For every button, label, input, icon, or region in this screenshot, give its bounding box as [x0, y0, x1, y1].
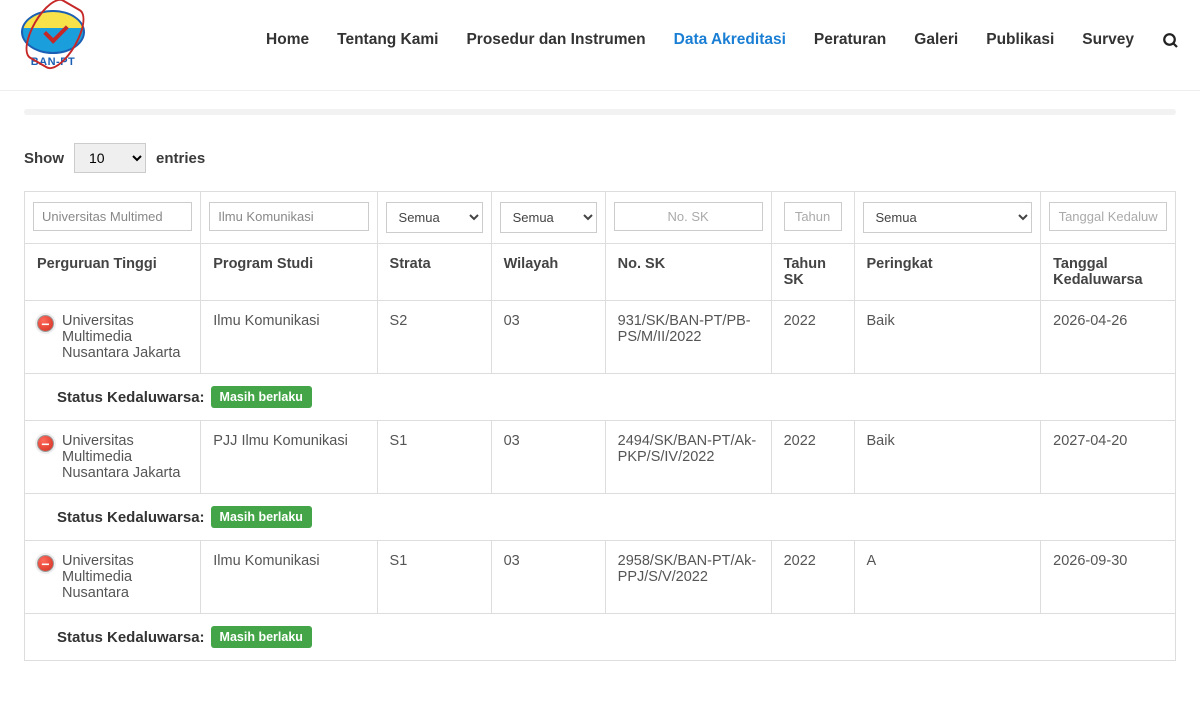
status-badge: Masih berlaku — [211, 506, 312, 528]
cell-peringkat: A — [854, 541, 1041, 614]
entries-select[interactable]: 10 — [74, 143, 146, 173]
cell-tahun-sk: 2022 — [771, 541, 854, 614]
entries-control: Show 10 entries — [24, 143, 1176, 173]
cell-peringkat: Baik — [854, 301, 1041, 374]
col-perguruan-tinggi[interactable]: Perguruan Tinggi — [25, 244, 201, 301]
col-strata[interactable]: Strata — [377, 244, 491, 301]
logo-icon — [21, 10, 85, 54]
status-label: Status Kedaluwarsa: — [57, 389, 205, 406]
table-row: −Universitas Multimedia Nusantara Ilmu Ko… — [25, 541, 1176, 614]
filter-tahun[interactable] — [784, 202, 842, 231]
main-nav: Home Tentang Kami Prosedur dan Instrumen… — [266, 31, 1190, 49]
filter-peringkat[interactable]: Semua — [863, 202, 1033, 233]
cell-perguruan-tinggi: Universitas Multimedia Nusantara Jakarta — [62, 433, 188, 481]
collapse-icon[interactable]: − — [37, 555, 54, 572]
filter-no-sk[interactable] — [614, 202, 763, 231]
logo[interactable]: BAN-PT — [18, 10, 88, 70]
search-icon[interactable] — [1162, 32, 1178, 48]
header-row: Perguruan Tinggi Program Studi Strata Wi… — [25, 244, 1176, 301]
cell-wilayah: 03 — [491, 301, 605, 374]
nav-data-akreditasi[interactable]: Data Akreditasi — [674, 31, 786, 49]
table-row: −Universitas Multimedia Nusantara Jakart… — [25, 421, 1176, 494]
cell-tanggal: 2027-04-20 — [1041, 421, 1176, 494]
collapse-icon[interactable]: − — [37, 435, 54, 452]
status-badge: Masih berlaku — [211, 386, 312, 408]
status-label: Status Kedaluwarsa: — [57, 509, 205, 526]
page-content: Show 10 entries Semua Semua Semua Pergur… — [0, 109, 1200, 701]
cell-strata: S1 — [377, 541, 491, 614]
status-row: Status Kedaluwarsa: Masih berlaku — [25, 494, 1176, 541]
filter-wilayah[interactable]: Semua — [500, 202, 597, 233]
filter-perguruan-tinggi[interactable] — [33, 202, 192, 231]
filter-tanggal[interactable] — [1049, 202, 1167, 231]
collapse-icon[interactable]: − — [37, 315, 54, 332]
filter-row: Semua Semua Semua — [25, 192, 1176, 244]
nav-prosedur[interactable]: Prosedur dan Instrumen — [466, 31, 645, 49]
cell-wilayah: 03 — [491, 541, 605, 614]
cell-no-sk: 931/SK/BAN-PT/PB-PS/M/II/2022 — [605, 301, 771, 374]
show-label-pre: Show — [24, 150, 64, 167]
col-peringkat[interactable]: Peringkat — [854, 244, 1041, 301]
cell-perguruan-tinggi: Universitas Multimedia Nusantara — [62, 553, 188, 601]
cell-program-studi: Ilmu Komunikasi — [201, 541, 377, 614]
nav-survey[interactable]: Survey — [1082, 31, 1134, 49]
col-wilayah[interactable]: Wilayah — [491, 244, 605, 301]
filter-program-studi[interactable] — [209, 202, 368, 231]
nav-home[interactable]: Home — [266, 31, 309, 49]
cell-perguruan-tinggi: Universitas Multimedia Nusantara Jakarta — [62, 313, 188, 361]
cell-program-studi: Ilmu Komunikasi — [201, 301, 377, 374]
cell-wilayah: 03 — [491, 421, 605, 494]
col-program-studi[interactable]: Program Studi — [201, 244, 377, 301]
cell-tahun-sk: 2022 — [771, 301, 854, 374]
table-row: −Universitas Multimedia Nusantara Jakart… — [25, 301, 1176, 374]
nav-publikasi[interactable]: Publikasi — [986, 31, 1054, 49]
status-badge: Masih berlaku — [211, 626, 312, 648]
status-label: Status Kedaluwarsa: — [57, 629, 205, 646]
status-row: Status Kedaluwarsa: Masih berlaku — [25, 614, 1176, 661]
cell-tahun-sk: 2022 — [771, 421, 854, 494]
col-tanggal-kedaluwarsa[interactable]: Tanggal Kedaluwarsa — [1041, 244, 1176, 301]
col-no-sk[interactable]: No. SK — [605, 244, 771, 301]
cell-no-sk: 2494/SK/BAN-PT/Ak-PKP/S/IV/2022 — [605, 421, 771, 494]
cell-no-sk: 2958/SK/BAN-PT/Ak-PPJ/S/V/2022 — [605, 541, 771, 614]
nav-galeri[interactable]: Galeri — [914, 31, 958, 49]
filter-strata[interactable]: Semua — [386, 202, 483, 233]
akreditasi-table: Semua Semua Semua Perguruan Tinggi Progr… — [24, 191, 1176, 661]
divider — [24, 109, 1176, 115]
show-label-post: entries — [156, 150, 205, 167]
site-header: BAN-PT Home Tentang Kami Prosedur dan In… — [0, 0, 1200, 91]
cell-strata: S2 — [377, 301, 491, 374]
nav-tentang-kami[interactable]: Tentang Kami — [337, 31, 438, 49]
nav-peraturan[interactable]: Peraturan — [814, 31, 886, 49]
cell-tanggal: 2026-04-26 — [1041, 301, 1176, 374]
cell-tanggal: 2026-09-30 — [1041, 541, 1176, 614]
cell-program-studi: PJJ Ilmu Komunikasi — [201, 421, 377, 494]
cell-peringkat: Baik — [854, 421, 1041, 494]
col-tahun-sk[interactable]: Tahun SK — [771, 244, 854, 301]
status-row: Status Kedaluwarsa: Masih berlaku — [25, 374, 1176, 421]
cell-strata: S1 — [377, 421, 491, 494]
